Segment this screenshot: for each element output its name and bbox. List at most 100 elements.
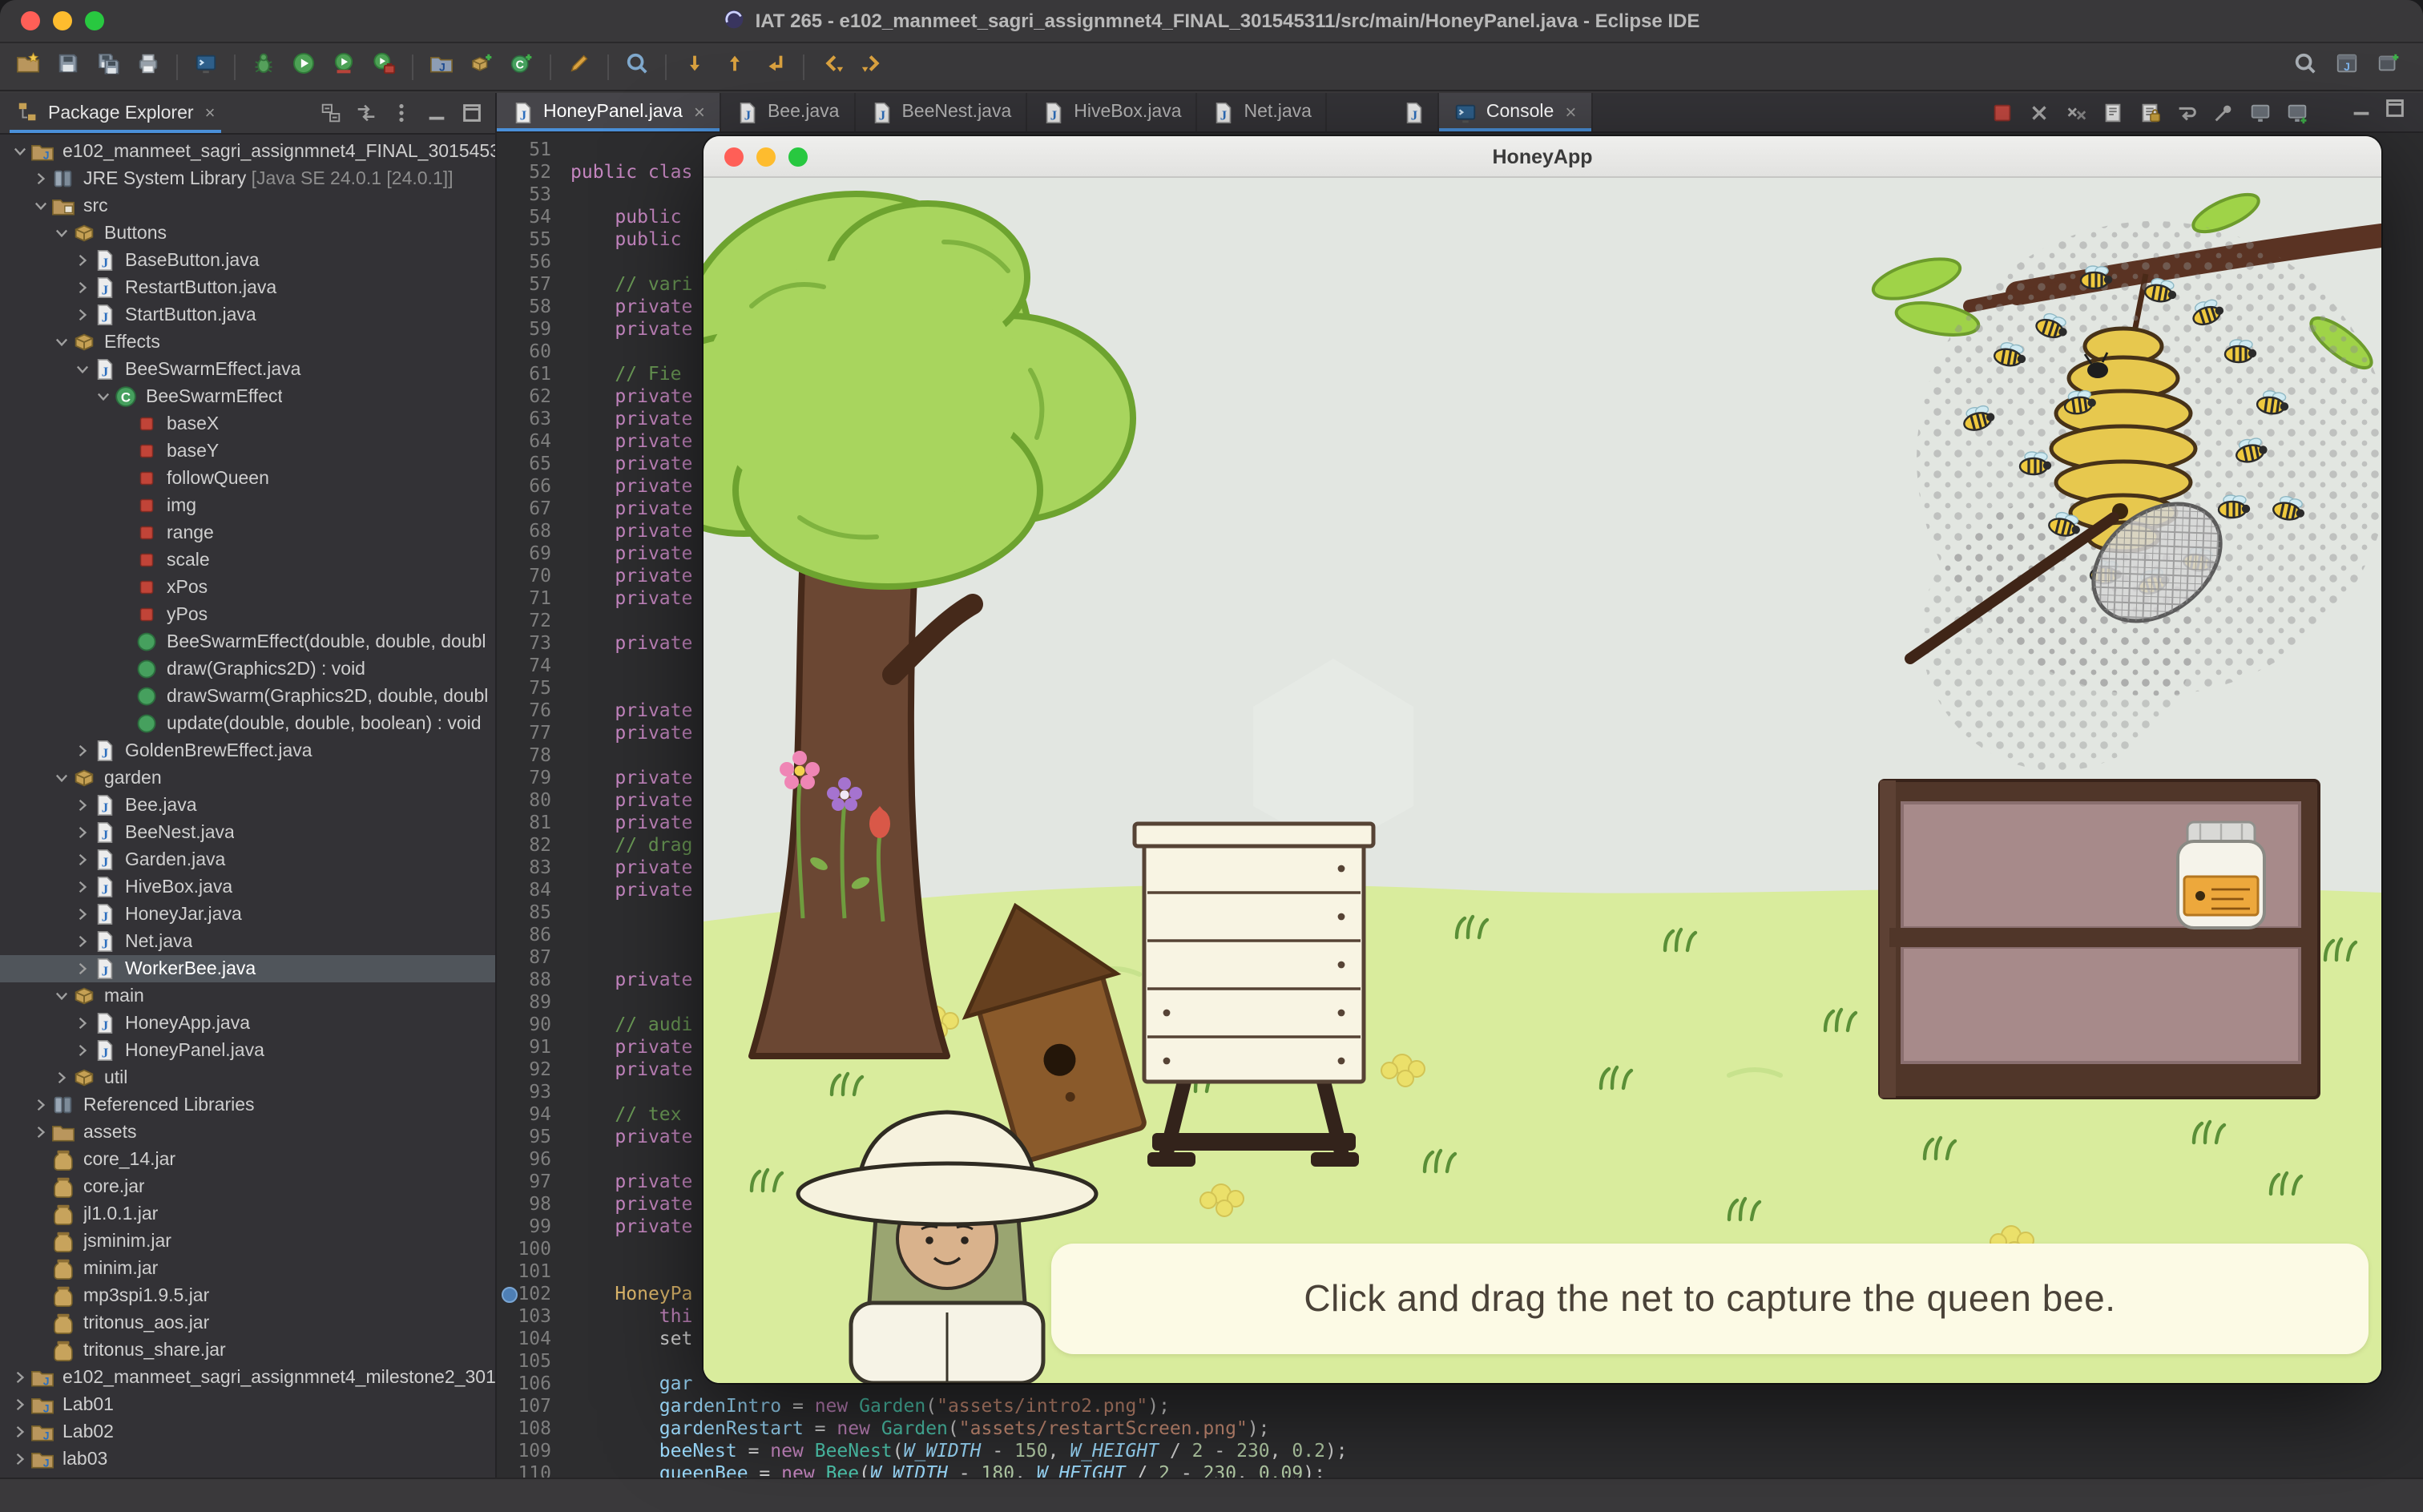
chevron-collapsed-icon[interactable] — [51, 1069, 72, 1087]
chevron-expanded-icon[interactable] — [51, 224, 72, 242]
collapse-all-button[interactable] — [316, 99, 345, 127]
close-view-icon[interactable]: × — [205, 103, 216, 123]
chevron-collapsed-icon[interactable] — [10, 1369, 30, 1386]
previous-annotation-button[interactable] — [716, 48, 753, 85]
tree-item-lab03[interactable]: Jlab03 — [0, 1445, 495, 1473]
package-explorer-tab[interactable]: Package Explorer × — [10, 93, 221, 133]
chevron-collapsed-icon[interactable] — [72, 851, 93, 869]
close-tab-icon[interactable]: × — [694, 101, 705, 123]
chevron-collapsed-icon[interactable] — [10, 1450, 30, 1468]
debug-button[interactable] — [245, 48, 282, 85]
chevron-expanded-icon[interactable] — [51, 987, 72, 1005]
tree-item-buttons[interactable]: Buttons — [0, 220, 495, 247]
tree-item-honeypanel-java[interactable]: JHoneyPanel.java — [0, 1037, 495, 1064]
tree-item-jl1-0-1-jar[interactable]: jl1.0.1.jar — [0, 1200, 495, 1228]
tree-item-beeswarmeffect[interactable]: CBeeSwarmEffect — [0, 383, 495, 410]
chevron-collapsed-icon[interactable] — [10, 1396, 30, 1413]
editor-tab-honeypanel-java[interactable]: JHoneyPanel.java× — [497, 93, 721, 131]
new-java-project-button[interactable]: J — [423, 48, 460, 85]
honeyapp-zoom-button[interactable] — [788, 147, 808, 166]
next-annotation-button[interactable] — [676, 48, 713, 85]
minimize-view-button[interactable] — [421, 99, 450, 127]
tree-item-workerbee-java[interactable]: JWorkerBee.java — [0, 955, 495, 982]
link-with-editor-button[interactable] — [351, 99, 380, 127]
editor-tab-bee-java[interactable]: JBee.java — [721, 93, 856, 131]
tree-item-jre-system-library[interactable]: JRE System Library [Java SE 24.0.1 [24.0… — [0, 165, 495, 192]
chevron-collapsed-icon[interactable] — [72, 960, 93, 978]
tree-item-core-14-jar[interactable]: core_14.jar — [0, 1146, 495, 1173]
new-wizard-button[interactable] — [10, 48, 46, 85]
minimize-window-button[interactable] — [53, 11, 72, 30]
chevron-collapsed-icon[interactable] — [72, 878, 93, 896]
new-class-button[interactable]: C — [503, 48, 540, 85]
tree-item-net-java[interactable]: JNet.java — [0, 928, 495, 955]
editor-tab-net-java[interactable]: JNet.java — [1198, 93, 1328, 131]
honeyapp-close-button[interactable] — [724, 147, 744, 166]
forward-button[interactable] — [854, 48, 891, 85]
close-window-button[interactable] — [21, 11, 40, 30]
honeyapp-window[interactable]: HoneyApp — [704, 136, 2381, 1383]
editor-tab-beenest-java[interactable]: JBeeNest.java — [855, 93, 1027, 131]
chevron-collapsed-icon[interactable] — [72, 1042, 93, 1059]
tree-item-main[interactable]: main — [0, 982, 495, 1010]
tree-item-basex[interactable]: baseX — [0, 410, 495, 437]
chevron-collapsed-icon[interactable] — [72, 824, 93, 841]
tree-item-startbutton-java[interactable]: JStartButton.java — [0, 301, 495, 329]
tree-item-ypos[interactable]: yPos — [0, 601, 495, 628]
remove-all-terminated-button[interactable] — [2061, 98, 2090, 127]
minimize-view-button[interactable] — [2349, 96, 2373, 128]
honey-jar[interactable] — [2178, 822, 2264, 928]
tree-item-beenest-java[interactable]: JBeeNest.java — [0, 819, 495, 846]
new-package-button[interactable] — [463, 48, 500, 85]
chevron-collapsed-icon[interactable] — [72, 1014, 93, 1032]
tree-item-drawswarm-graphics2d-double-doubl[interactable]: drawSwarm(Graphics2D, double, doubl — [0, 683, 495, 710]
honeyapp-minimize-button[interactable] — [756, 147, 776, 166]
chevron-expanded-icon[interactable] — [10, 143, 30, 160]
open-perspective-button[interactable] — [2370, 48, 2407, 85]
chevron-collapsed-icon[interactable] — [72, 279, 93, 296]
tree-item-update-double-double-boolean-void[interactable]: update(double, double, boolean) : void — [0, 710, 495, 737]
tree-item-garden-java[interactable]: JGarden.java — [0, 846, 495, 873]
tree-item-core-jar[interactable]: core.jar — [0, 1173, 495, 1200]
tree-item-util[interactable]: util — [0, 1064, 495, 1091]
tree-item-xpos[interactable]: xPos — [0, 574, 495, 601]
tree-item-beeswarmeffect-java[interactable]: JBeeSwarmEffect.java — [0, 356, 495, 383]
scroll-lock-button[interactable] — [2135, 98, 2163, 127]
java-perspective-button[interactable]: J — [2328, 48, 2365, 85]
terminate-button[interactable] — [1987, 98, 2016, 127]
tree-item-draw-graphics2d-void[interactable]: draw(Graphics2D) : void — [0, 655, 495, 683]
chevron-expanded-icon[interactable] — [30, 197, 51, 215]
open-terminal-button[interactable] — [187, 48, 224, 85]
chevron-collapsed-icon[interactable] — [72, 796, 93, 814]
run-button[interactable] — [285, 48, 322, 85]
tree-item-tritonus-share-jar[interactable]: tritonus_share.jar — [0, 1337, 495, 1364]
tree-item-minim-jar[interactable]: minim.jar — [0, 1255, 495, 1282]
save-button[interactable] — [50, 48, 87, 85]
tree-item-scale[interactable]: scale — [0, 546, 495, 574]
chevron-collapsed-icon[interactable] — [72, 306, 93, 324]
open-console-button[interactable] — [2282, 98, 2311, 127]
tree-item-garden[interactable]: garden — [0, 764, 495, 792]
tree-item-followqueen[interactable]: followQueen — [0, 465, 495, 492]
chevron-collapsed-icon[interactable] — [72, 933, 93, 950]
chevron-expanded-icon[interactable] — [72, 361, 93, 378]
tree-item-jsminim-jar[interactable]: jsminim.jar — [0, 1228, 495, 1255]
open-type-button[interactable] — [619, 48, 655, 85]
chevron-collapsed-icon[interactable] — [30, 1123, 51, 1141]
tree-item-referenced-libraries[interactable]: Referenced Libraries — [0, 1091, 495, 1119]
tree-item-img[interactable]: img — [0, 492, 495, 519]
close-console-icon[interactable]: × — [1565, 101, 1576, 123]
tab-overflow-java[interactable]: J — [1392, 93, 1440, 131]
chevron-collapsed-icon[interactable] — [72, 252, 93, 269]
tree-item-range[interactable]: range — [0, 519, 495, 546]
tree-item-beeswarmeffect-double-double-doubl[interactable]: BeeSwarmEffect(double, double, doubl — [0, 628, 495, 655]
garden-scene[interactable] — [704, 178, 2381, 1383]
chevron-collapsed-icon[interactable] — [72, 742, 93, 760]
tree-item-honeyjar-java[interactable]: JHoneyJar.java — [0, 901, 495, 928]
coverage-button[interactable] — [325, 48, 362, 85]
tree-item-effects[interactable]: Effects — [0, 329, 495, 356]
clear-console-button[interactable] — [2098, 98, 2127, 127]
tree-item-tritonus-aos-jar[interactable]: tritonus_aos.jar — [0, 1309, 495, 1337]
tree-item-hivebox-java[interactable]: JHiveBox.java — [0, 873, 495, 901]
tree-item-bee-java[interactable]: JBee.java — [0, 792, 495, 819]
